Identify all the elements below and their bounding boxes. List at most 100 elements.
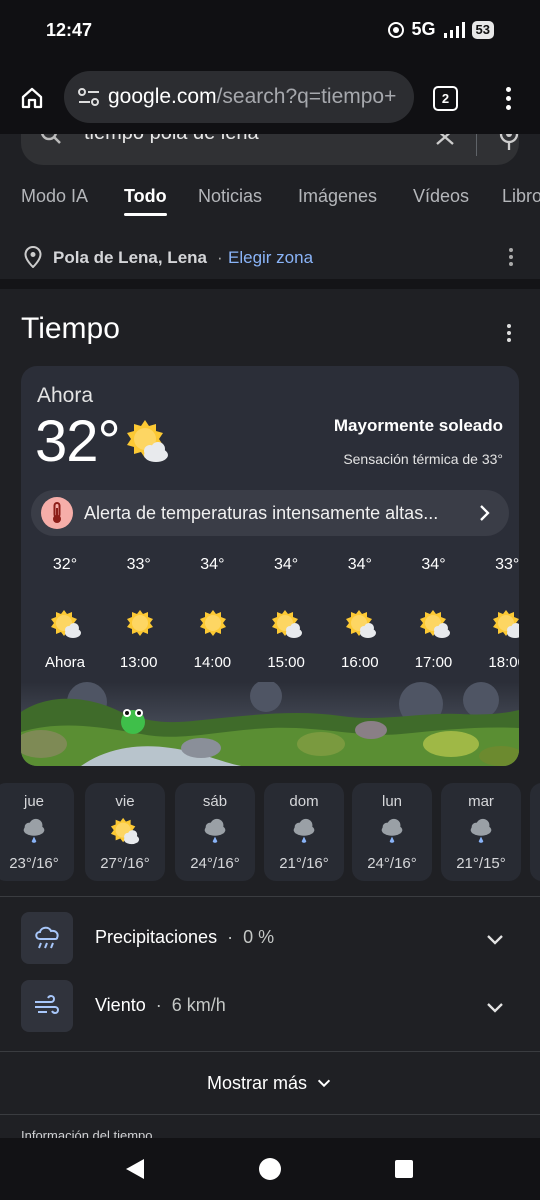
wind-icon <box>21 980 73 1032</box>
back-icon[interactable] <box>124 1158 146 1180</box>
location-separator: · <box>217 248 223 267</box>
daily-card-partial[interactable] <box>530 783 540 881</box>
tab-videos[interactable]: Vídeos <box>413 186 469 207</box>
chevron-down-icon <box>317 1079 331 1088</box>
rain-cloud-icon <box>377 816 407 846</box>
rain-cloud-icon <box>200 816 230 846</box>
section-divider <box>0 1114 540 1115</box>
tab-libros[interactable]: Libro <box>502 186 540 207</box>
url-path: /search?q=tiempo+ <box>216 85 397 108</box>
mostly-sunny-icon <box>50 608 82 640</box>
daily-card[interactable]: mar 21°/15° <box>441 783 521 881</box>
day-name: mar <box>468 793 494 810</box>
hourly-temp: 34° <box>200 556 225 573</box>
chevron-down-icon[interactable] <box>485 930 505 950</box>
status-bar: 12:47 5G 53 <box>0 0 540 62</box>
active-tab-indicator <box>124 213 167 216</box>
system-nav-bar <box>0 1138 540 1200</box>
location-more-icon[interactable] <box>505 246 517 268</box>
mostly-sunny-icon <box>110 816 140 846</box>
day-temps: 21°/16° <box>279 855 329 872</box>
hotspot-icon <box>387 21 404 38</box>
rain-cloud-icon <box>19 816 49 846</box>
hourly-temp: 33° <box>495 556 519 573</box>
mostly-sunny-icon <box>271 608 303 640</box>
day-name: dom <box>289 793 319 810</box>
battery-indicator: 53 <box>471 20 494 39</box>
section-divider <box>0 896 540 897</box>
chevron-down-icon[interactable] <box>485 998 505 1018</box>
tab-todo[interactable]: Todo <box>124 186 167 207</box>
mostly-sunny-icon <box>345 608 377 640</box>
landscape-illustration <box>21 682 519 766</box>
location-row: Pola de Lena, Lena · Elegir zona <box>0 236 540 278</box>
precipitation-icon <box>21 912 73 964</box>
condition-text: Mayormente soleado <box>333 416 503 435</box>
weather-title: Tiempo <box>21 312 120 345</box>
day-temps: 24°/16° <box>190 855 240 872</box>
address-bar[interactable]: google.com/search?q=tiempo+ <box>64 71 414 123</box>
browser-menu-icon[interactable] <box>498 84 518 114</box>
hourly-time: Ahora <box>44 654 86 671</box>
weather-more-icon[interactable] <box>503 322 515 344</box>
site-settings-icon[interactable] <box>78 87 100 107</box>
status-time: 12:47 <box>46 20 93 40</box>
daily-card[interactable]: sáb 24°/16° <box>175 783 255 881</box>
search-icon <box>41 134 61 144</box>
show-more-button[interactable]: Mostrar más <box>0 1052 540 1114</box>
heat-alert-banner[interactable]: Alerta de temperaturas intensamente alta… <box>31 490 509 536</box>
hourly-forecast: 32° Ahora 33° 13:00 34° 14:00 34° 15:00 34° 16:00… <box>21 548 519 678</box>
show-more-label: Mostrar más <box>206 1072 307 1093</box>
daily-card[interactable]: vie 27°/16° <box>85 783 165 881</box>
tab-noticias[interactable]: Noticias <box>198 186 262 207</box>
day-name: vie <box>115 793 135 810</box>
rain-cloud-icon <box>289 816 319 846</box>
day-name: lun <box>381 793 403 810</box>
location-pin-icon <box>24 246 42 268</box>
signal-icon <box>443 21 465 38</box>
url-domain: google.com <box>108 85 217 108</box>
current-temperature: 32° <box>35 409 121 474</box>
lens-icon[interactable] <box>498 134 519 152</box>
search-box[interactable]: tiempo pola de lena <box>21 134 519 165</box>
alert-text: Alerta de temperaturas intensamente alta… <box>84 503 439 523</box>
hourly-temp: 34° <box>273 556 299 573</box>
hourly-time: 15:00 <box>267 654 305 671</box>
day-temps: 21°/15° <box>456 855 506 872</box>
search-input[interactable]: tiempo pola de lena <box>84 134 259 145</box>
home-nav-icon[interactable] <box>258 1157 282 1181</box>
hourly-temp: 34° <box>347 556 372 573</box>
hourly-time: 13:00 <box>119 654 158 671</box>
feels-like-text: Sensación térmica de 33° <box>343 451 503 467</box>
daily-forecast: jue 23°/16° vie 27°/16° sáb 24°/16° dom 21°/16°… <box>0 783 540 883</box>
recents-icon[interactable] <box>394 1159 414 1179</box>
precipitation-row[interactable]: Precipitaciones · 0 % <box>0 912 540 966</box>
tab-switcher-button[interactable]: 2 <box>433 86 458 111</box>
day-temps: 27°/16° <box>100 855 150 872</box>
wind-row[interactable]: Viento · 6 km/h <box>0 980 540 1034</box>
change-location-link[interactable]: Elegir zona <box>228 248 313 268</box>
network-label: 5G <box>411 19 436 39</box>
hourly-temp: 32° <box>52 556 78 573</box>
hourly-time: 17:00 <box>414 654 453 671</box>
now-label: Ahora <box>37 384 94 407</box>
clear-icon[interactable] <box>435 134 455 146</box>
day-temps: 24°/16° <box>367 855 417 872</box>
tab-imagenes[interactable]: Imágenes <box>298 186 377 207</box>
browser-toolbar: google.com/search?q=tiempo+ 2 <box>0 62 540 134</box>
mostly-sunny-icon <box>492 608 519 640</box>
day-name: jue <box>23 793 45 810</box>
status-icons: 5G 53 <box>387 19 494 40</box>
daily-card[interactable]: lun 24°/16° <box>352 783 432 881</box>
day-temps: 23°/16° <box>9 855 59 872</box>
wind-label: Viento <box>95 995 146 1015</box>
daily-card[interactable]: jue 23°/16° <box>0 783 74 881</box>
home-icon[interactable] <box>20 86 44 110</box>
daily-card[interactable]: dom 21°/16° <box>264 783 344 881</box>
sunny-icon <box>124 608 156 640</box>
location-name: Pola de Lena, Lena <box>53 248 207 267</box>
hourly-temp: 33° <box>126 556 151 573</box>
sunny-icon <box>197 608 229 640</box>
tab-modo-ia[interactable]: Modo IA <box>21 186 88 207</box>
weather-card: Ahora 32° Mayormente soleado Sensación t… <box>21 366 519 766</box>
